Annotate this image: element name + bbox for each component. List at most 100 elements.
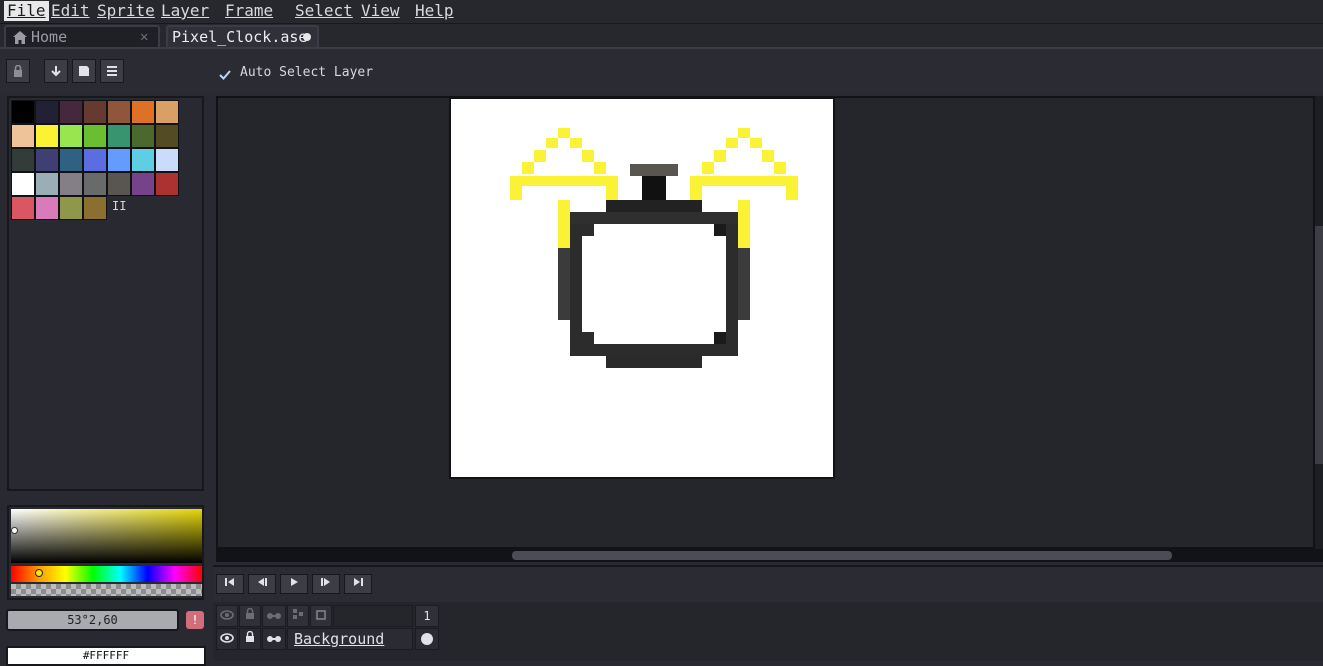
palette-swatch[interactable] (107, 172, 131, 196)
palette-swatch[interactable] (155, 148, 179, 172)
saturation-value-box[interactable] (11, 509, 202, 563)
palette-swatch[interactable] (155, 100, 179, 124)
new-brush-button[interactable] (72, 59, 96, 83)
eye-icon (220, 633, 234, 643)
palette-swatch[interactable] (131, 124, 155, 148)
palette-swatch[interactable] (83, 172, 107, 196)
tab-file-label: Pixel_Clock.ase (172, 28, 308, 46)
eye-icon[interactable] (216, 605, 238, 627)
menu-frame[interactable]: Frame (222, 1, 276, 21)
palette-swatch[interactable] (155, 124, 179, 148)
brush-options-button[interactable] (100, 59, 124, 83)
color-value-field[interactable]: 53°2,60 (6, 609, 179, 631)
palette-swatch[interactable] (107, 100, 131, 124)
layer-continuous-toggle[interactable] (262, 628, 286, 650)
alpha-slider[interactable] (11, 584, 202, 596)
menu-icon (107, 66, 117, 76)
tab-bar: Home ✕ Pixel_Clock.ase (0, 24, 1323, 48)
continuous-icon-header[interactable] (262, 605, 286, 627)
vertical-scroll-thumb[interactable] (1315, 226, 1323, 464)
color-picker (7, 505, 204, 600)
home-icon (13, 31, 27, 44)
menu-layer[interactable]: Layer (158, 1, 212, 21)
warning-icon[interactable]: ! (186, 611, 204, 629)
menu-file[interactable]: File (4, 1, 49, 21)
palette-swatch[interactable] (131, 148, 155, 172)
palette-swatch[interactable] (83, 124, 107, 148)
menu-view[interactable]: View (358, 1, 403, 21)
palette-swatch[interactable] (131, 172, 155, 196)
palette-swatch[interactable] (107, 124, 131, 148)
lock-icon (246, 630, 254, 642)
menu-edit[interactable]: Edit (48, 1, 93, 21)
palette-swatch[interactable] (131, 100, 155, 124)
square-icon-header[interactable] (310, 605, 332, 627)
menu-select[interactable]: Select (292, 1, 356, 21)
tab-pixel-clock[interactable]: Pixel_Clock.ase (166, 25, 319, 47)
palette-swatch[interactable] (59, 100, 83, 124)
palette-swatch[interactable] (155, 172, 179, 196)
palette-swatch[interactable] (11, 148, 35, 172)
layer-visibility-toggle[interactable] (216, 628, 238, 650)
modified-dot-icon (303, 33, 311, 41)
prev-frame-icon (258, 578, 267, 586)
horizontal-scroll-thumb[interactable] (512, 551, 1172, 560)
palette-swatch[interactable] (83, 100, 107, 124)
menu-sprite[interactable]: Sprite (94, 1, 158, 21)
auto-select-label: Auto Select Layer (240, 65, 374, 80)
lock-button[interactable] (6, 59, 30, 83)
play-button[interactable] (280, 574, 308, 594)
sprite-canvas[interactable] (449, 97, 835, 479)
link-icon-header[interactable] (287, 605, 309, 627)
last-frame-button[interactable] (344, 574, 372, 594)
palette-swatch[interactable] (35, 196, 59, 220)
palette-swatch[interactable] (11, 124, 35, 148)
palette-swatch[interactable] (107, 148, 131, 172)
palette-swatch[interactable] (83, 148, 107, 172)
palette-swatch[interactable] (59, 124, 83, 148)
tab-home[interactable]: Home ✕ (4, 25, 160, 47)
next-frame-button[interactable] (312, 574, 340, 594)
last-frame-icon (354, 578, 363, 586)
prev-frame-button[interactable] (248, 574, 276, 594)
palette-swatch[interactable] (11, 172, 35, 196)
continuous-icon (267, 636, 281, 642)
next-frame-icon (321, 578, 330, 586)
layer-lock-toggle[interactable] (239, 628, 261, 650)
lock-icon (14, 64, 22, 77)
first-frame-button[interactable] (216, 574, 244, 594)
palette-swatch[interactable] (35, 172, 59, 196)
layer-header-spacer (333, 605, 413, 627)
sv-cursor[interactable] (11, 527, 18, 534)
palette-swatch[interactable] (59, 196, 83, 220)
hex-color-field[interactable]: #FFFFFF (6, 646, 206, 666)
link-icon (293, 609, 303, 619)
frame-number[interactable]: 1 (415, 605, 439, 627)
auto-select-checkbox[interactable] (219, 66, 231, 80)
menu-help[interactable]: Help (412, 1, 457, 21)
lock-icon (246, 607, 254, 619)
close-icon[interactable]: ✕ (140, 27, 148, 47)
palette-swatch[interactable] (59, 148, 83, 172)
hue-slider[interactable] (11, 566, 202, 582)
palette-swatch[interactable] (11, 100, 35, 124)
palette-swatch[interactable] (35, 148, 59, 172)
cel-frame-1[interactable] (415, 628, 439, 650)
hue-cursor[interactable] (35, 569, 43, 577)
palette-swatch[interactable] (83, 196, 107, 220)
square-icon (79, 66, 89, 76)
lock-icon-header[interactable] (239, 605, 261, 627)
layer-name-background[interactable]: Background (287, 628, 413, 650)
eye-icon-glyph (220, 610, 234, 620)
play-icon (291, 578, 298, 586)
palette-swatch[interactable] (59, 172, 83, 196)
palette-swatch[interactable] (11, 196, 35, 220)
menu-bar: File Edit Sprite Layer Frame Select View… (0, 0, 1323, 24)
arrow-down-icon (51, 66, 61, 77)
context-bar: Auto Select Layer (0, 49, 1323, 95)
palette-swatch[interactable] (35, 100, 59, 124)
checkmark-icon (219, 70, 231, 80)
palette-swatch[interactable] (35, 124, 59, 148)
drop-pixels-button[interactable] (44, 59, 68, 83)
pixel-clock-artwork (510, 128, 798, 368)
